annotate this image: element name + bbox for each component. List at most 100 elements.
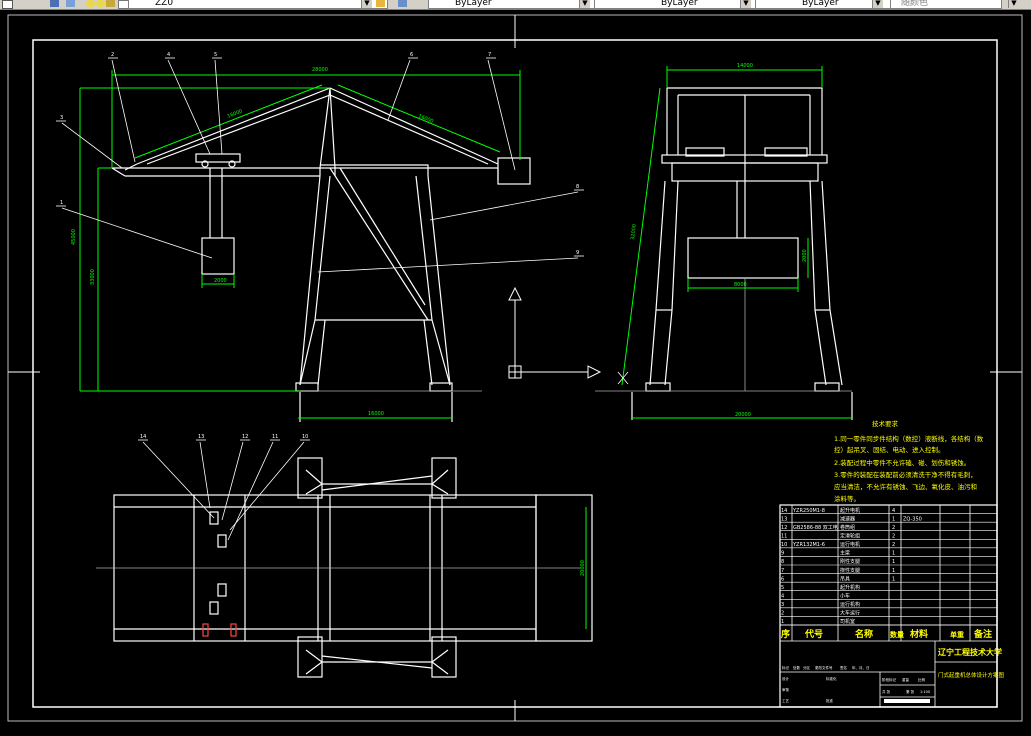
- svg-text:11: 11: [272, 434, 278, 440]
- title-block-bar: [884, 699, 930, 703]
- parts-cell-name: 起升电机: [840, 507, 860, 514]
- lineweight-dropdown-arrow[interactable]: ▼: [872, 0, 883, 8]
- window-icon[interactable]: [2, 0, 13, 9]
- parts-cell-qty: 1: [892, 568, 895, 574]
- svg-text:6: 6: [410, 52, 413, 58]
- svg-text:7: 7: [488, 52, 491, 58]
- plotstyle-dropdown-arrow[interactable]: ▼: [1008, 0, 1019, 8]
- layer-previous-icon[interactable]: [398, 0, 407, 7]
- side-hook-block: [687, 237, 799, 279]
- color-dropdown-arrow[interactable]: ▼: [579, 0, 590, 8]
- parts-cell-no: 9: [781, 551, 784, 557]
- svg-text:14000: 14000: [737, 63, 753, 69]
- svg-text:签名: 签名: [840, 665, 847, 670]
- svg-text:备注: 备注: [973, 628, 992, 640]
- parts-cell-name: 定滑轮组: [840, 532, 860, 539]
- parts-cell-qty: 1: [892, 551, 895, 557]
- parts-cell-no: 8: [781, 559, 784, 565]
- right-base-pad: [429, 382, 453, 392]
- plan-callout-text: 14 13 12 11 10: [140, 434, 308, 440]
- parts-cell-code: YZR132M1-6: [792, 542, 825, 548]
- svg-text:16000: 16000: [417, 113, 434, 125]
- parts-cell-qty: 4: [892, 508, 895, 514]
- parts-cell-qty: 1: [892, 576, 895, 582]
- tech-title: 技术要求: [872, 419, 899, 428]
- svg-text:共 张: 共 张: [882, 689, 891, 694]
- svg-text:序: 序: [781, 628, 790, 640]
- svg-text:1.同一零件同步件结构（数控）液断线，各结构（数: 1.同一零件同步件结构（数控）液断线，各结构（数: [834, 434, 984, 443]
- parts-cell-qty: 2: [892, 533, 895, 539]
- svg-text:16000: 16000: [227, 108, 244, 120]
- left-base-pad: [295, 382, 319, 392]
- parts-cell-no: 10: [781, 542, 787, 548]
- svg-text:名称: 名称: [855, 628, 873, 640]
- svg-text:2.装配过程中零件不允许磕、碰、划伤和锈蚀。: 2.装配过程中零件不允许磕、碰、划伤和锈蚀。: [834, 458, 970, 467]
- svg-text:阶段标记: 阶段标记: [882, 677, 896, 682]
- svg-text:年、月、日: 年、月、日: [852, 665, 870, 670]
- svg-text:分区: 分区: [803, 665, 811, 670]
- svg-text:3: 3: [60, 115, 63, 121]
- diagonal-brace: [329, 167, 429, 321]
- svg-text:处数: 处数: [793, 665, 801, 670]
- layer-state-icon[interactable]: [66, 0, 75, 7]
- parts-cell-no: 11: [781, 533, 787, 539]
- parts-cell-no: 14: [781, 508, 787, 514]
- layer-dropdown-arrow[interactable]: ▼: [361, 0, 372, 8]
- right-leg-outer: [427, 175, 451, 386]
- front-callout-text: 2 4 5 6 7 3 1 8 9: [60, 52, 579, 256]
- parts-cell-name: 运行电机: [840, 541, 860, 548]
- svg-text:应当清洁，不允许有锈蚀、飞边、氧化皮、油污和: 应当清洁，不允许有锈蚀、飞边、氧化皮、油污和: [834, 482, 977, 491]
- tech-requirements: 技术要求 1.同一零件同步件结构（数控）液断线，各结构（数 控）起吊叉、固结、电…: [834, 419, 984, 503]
- parts-cell-name: 司机室: [840, 618, 855, 625]
- svg-text:2000: 2000: [214, 278, 227, 284]
- svg-text:9: 9: [576, 250, 579, 256]
- svg-text:更改文件号: 更改文件号: [815, 665, 833, 670]
- parts-cell-name: 大车运行: [840, 610, 860, 617]
- front-dimensions: [79, 70, 521, 419]
- plotstyle-control-dropdown[interactable]: 随颜色: [890, 0, 1002, 9]
- svg-text:第 张: 第 张: [906, 689, 915, 694]
- school-name: 辽宁工程技术大学: [938, 647, 1002, 657]
- svg-text:重量: 重量: [902, 677, 910, 682]
- svg-text:数量: 数量: [890, 630, 904, 639]
- sun-icon[interactable]: [96, 0, 105, 7]
- parts-cell-no: 7: [781, 568, 784, 574]
- side-dimensions: [621, 66, 852, 419]
- svg-text:33000: 33000: [90, 269, 96, 285]
- lock-icon[interactable]: [106, 0, 115, 7]
- parts-cell-name: 吊具: [840, 576, 850, 582]
- drawing-canvas[interactable]: 28000 2000 16000 45000 33000 16000 16000…: [0, 9, 1031, 736]
- svg-text:批准: 批准: [826, 698, 834, 703]
- parts-cell-no: 2: [781, 611, 784, 617]
- make-current-icon[interactable]: [376, 0, 385, 7]
- svg-text:1: 1: [60, 200, 63, 206]
- plan-view: [96, 457, 593, 678]
- parts-cell-no: 5: [781, 585, 784, 591]
- title-block-header: 序 代号 名称 数量 材料 单重 备注: [781, 628, 992, 640]
- svg-text:16000: 16000: [368, 411, 384, 417]
- svg-text:材料: 材料: [909, 628, 928, 640]
- svg-text:5: 5: [214, 52, 217, 58]
- svg-text:工艺: 工艺: [782, 698, 790, 703]
- svg-text:12: 12: [242, 434, 248, 440]
- parts-cell-code: GB2586-88 双工电: [793, 524, 838, 531]
- layer-dropdown[interactable]: ZZ0: [128, 0, 388, 9]
- parts-cell-qty: 1: [892, 516, 895, 522]
- svg-text:28000: 28000: [312, 67, 328, 73]
- parts-cell-name: 起升机构: [840, 584, 860, 591]
- parts-cell-name: 运行机构: [840, 601, 860, 608]
- plan-leaders: [138, 439, 310, 541]
- left-leg-outer: [299, 175, 321, 386]
- linetype-dropdown-arrow[interactable]: ▼: [740, 0, 751, 8]
- drawing-title: 门式起重机总体设计方案图: [938, 671, 1005, 679]
- plan-wheels: [202, 623, 237, 637]
- svg-text:设计: 设计: [782, 676, 790, 681]
- parts-cell-no: 12: [781, 525, 787, 531]
- bulb-icon[interactable]: [86, 0, 95, 7]
- counterweight: [497, 157, 531, 185]
- svg-text:14: 14: [140, 434, 146, 440]
- svg-text:4: 4: [167, 52, 170, 58]
- svg-text:3.零件的装配在装配前必须清洗干净不得有毛刺，: 3.零件的装配在装配前必须清洗干净不得有毛刺，: [834, 470, 977, 479]
- layer-manager-icon[interactable]: [50, 0, 59, 7]
- svg-text:2: 2: [111, 52, 114, 58]
